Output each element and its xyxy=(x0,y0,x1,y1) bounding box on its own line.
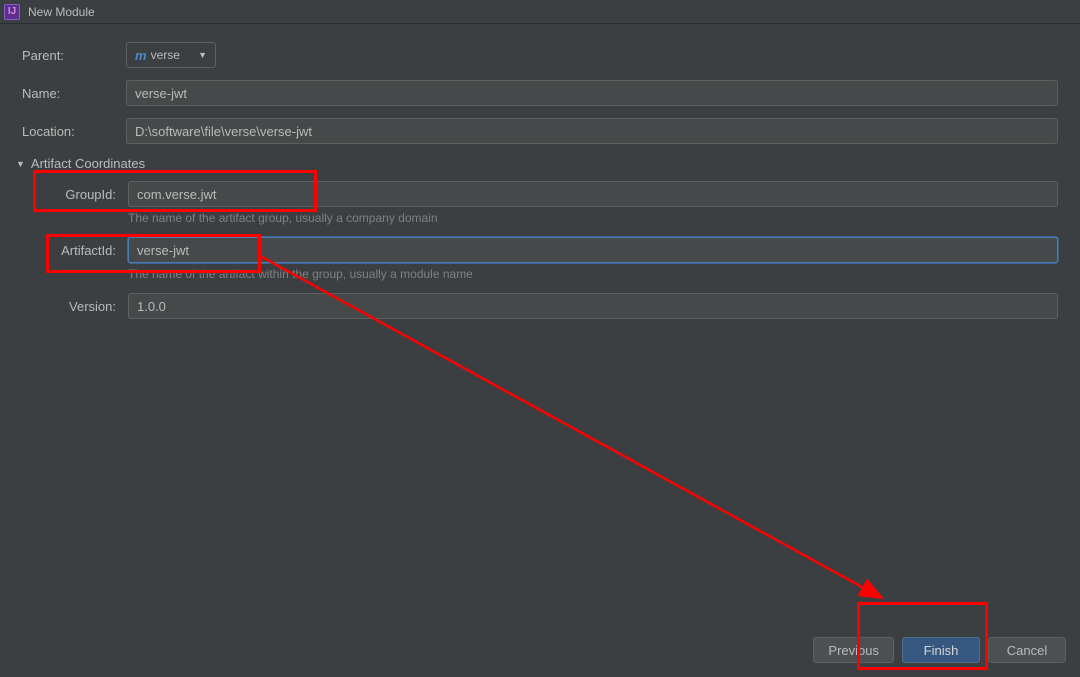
artifactid-row: ArtifactId: xyxy=(22,237,1058,263)
artifactid-hint: The name of the artifact within the grou… xyxy=(128,267,1058,281)
window-title: New Module xyxy=(28,5,95,19)
name-row: Name: xyxy=(22,80,1058,106)
artifactid-label: ArtifactId: xyxy=(28,243,128,258)
collapse-triangle-icon: ▼ xyxy=(16,159,25,169)
name-input[interactable] xyxy=(126,80,1058,106)
artifact-coordinates-toggle[interactable]: ▼ Artifact Coordinates xyxy=(16,156,1058,171)
location-row: Location: xyxy=(22,118,1058,144)
artifact-coordinates-label: Artifact Coordinates xyxy=(31,156,145,171)
parent-value: verse xyxy=(151,48,199,62)
intellij-icon: IJ xyxy=(4,4,20,20)
maven-icon: m xyxy=(135,48,147,63)
artifact-coordinates-block: GroupId: The name of the artifact group,… xyxy=(22,181,1058,319)
version-input[interactable] xyxy=(128,293,1058,319)
dropdown-caret-icon: ▼ xyxy=(198,50,207,60)
groupid-row: GroupId: xyxy=(22,181,1058,207)
version-row: Version: xyxy=(22,293,1058,319)
finish-button[interactable]: Finish xyxy=(902,637,980,663)
version-label: Version: xyxy=(28,299,128,314)
previous-button[interactable]: Previous xyxy=(813,637,894,663)
groupid-hint: The name of the artifact group, usually … xyxy=(128,211,1058,225)
cancel-button[interactable]: Cancel xyxy=(988,637,1066,663)
titlebar: IJ New Module xyxy=(0,0,1080,24)
groupid-label: GroupId: xyxy=(28,187,128,202)
groupid-input[interactable] xyxy=(128,181,1058,207)
location-input[interactable] xyxy=(126,118,1058,144)
parent-row: Parent: m verse ▼ xyxy=(22,42,1058,68)
artifactid-input[interactable] xyxy=(128,237,1058,263)
name-label: Name: xyxy=(22,86,126,101)
location-label: Location: xyxy=(22,124,126,139)
form-area: Parent: m verse ▼ Name: Location: ▼ Arti… xyxy=(0,24,1080,319)
parent-label: Parent: xyxy=(22,48,126,63)
button-bar: Previous Finish Cancel xyxy=(813,637,1066,663)
parent-select[interactable]: m verse ▼ xyxy=(126,42,216,68)
